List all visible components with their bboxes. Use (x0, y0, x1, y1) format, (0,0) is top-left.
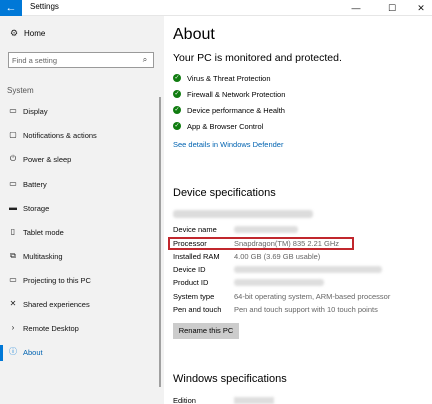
redacted-value (234, 279, 324, 286)
section-label-system: System (7, 86, 34, 95)
search-icon[interactable]: ⌕ (140, 55, 150, 65)
rename-pc-button[interactable]: Rename this PC (173, 323, 239, 339)
sidebar-item-label: Storage (23, 204, 50, 213)
sidebar-item-label: Notifications & actions (23, 131, 97, 140)
notifications-icon: ▢ (9, 130, 17, 139)
windows-spec-heading: Windows specifications (173, 373, 287, 385)
spec-key: Product ID (173, 278, 209, 287)
protection-item: App & Browser Control (187, 122, 264, 131)
tablet-icon: ▯ (10, 227, 16, 236)
sidebar-item-label: Battery (23, 180, 47, 189)
maximize-button[interactable]: ☐ (381, 0, 403, 16)
check-icon: ✓ (173, 90, 181, 98)
sidebar-item-label: About (23, 348, 43, 357)
redacted-value (234, 397, 274, 404)
spec-row-pen-and-touch: Pen and touch Pen and touch support with… (173, 304, 423, 316)
spec-row-device-id: Device ID (173, 264, 423, 276)
sidebar-item-label: Remote Desktop (23, 324, 79, 333)
title-bar: ← Settings — ☐ ✕ (0, 0, 432, 16)
multitasking-icon: ⧉ (10, 251, 16, 260)
sidebar-item-shared-experiences[interactable]: ✕ Shared experiences (0, 296, 164, 314)
scrollbar[interactable] (159, 97, 161, 387)
sidebar: ⚙ Home ⌕ System ▭ Display ▢ Notification… (0, 16, 164, 404)
remote-desktop-icon: › (11, 323, 15, 332)
display-icon: ▭ (9, 106, 17, 115)
sidebar-item-label: Power & sleep (23, 155, 72, 164)
spec-key: Device name (173, 225, 217, 234)
close-button[interactable]: ✕ (410, 0, 432, 16)
spec-row-device-name: Device name (173, 224, 423, 236)
sidebar-item-remote-desktop[interactable]: › Remote Desktop (0, 320, 164, 338)
page-title: About (173, 26, 215, 43)
sidebar-item-display[interactable]: ▭ Display (0, 103, 164, 121)
sidebar-item-label: Tablet mode (23, 228, 64, 237)
spec-value: Pen and touch support with 10 touch poin… (234, 305, 378, 314)
sidebar-item-label: Projecting to this PC (23, 276, 91, 285)
sidebar-item-storage[interactable]: ▬ Storage (0, 200, 164, 218)
minimize-button[interactable]: — (345, 0, 367, 16)
power-icon: ⏻ (9, 154, 17, 163)
processor-highlight-box (168, 237, 354, 250)
spec-key: System type (173, 292, 215, 301)
sidebar-item-label: Multitasking (23, 252, 63, 261)
sidebar-item-notifications[interactable]: ▢ Notifications & actions (0, 127, 164, 145)
redacted-value (234, 226, 298, 233)
spec-value: 64-bit operating system, ARM-based proce… (234, 292, 391, 301)
spec-value: 4.00 GB (3.69 GB usable) (234, 252, 321, 261)
maximize-icon: ☐ (387, 3, 397, 13)
gear-icon: ⚙ (9, 28, 19, 38)
back-arrow-icon: ← (5, 2, 17, 14)
search-input[interactable] (12, 55, 137, 66)
spec-key: Installed RAM (173, 252, 220, 261)
minimize-icon: — (351, 3, 361, 13)
spec-row-installed-ram: Installed RAM 4.00 GB (3.69 GB usable) (173, 251, 423, 263)
sidebar-item-about[interactable]: ⓘ About (0, 344, 164, 362)
protection-item: Firewall & Network Protection (187, 90, 286, 99)
check-icon: ✓ (173, 74, 181, 82)
sidebar-item-label: Shared experiences (23, 300, 90, 309)
defender-link[interactable]: See details in Windows Defender (173, 140, 283, 149)
redacted-value (234, 266, 382, 273)
check-icon: ✓ (173, 122, 181, 130)
device-spec-heading: Device specifications (173, 187, 276, 199)
redacted-device-name-banner (173, 210, 313, 218)
spec-key: Pen and touch (173, 305, 222, 314)
edition-label: Edition (173, 396, 196, 404)
sidebar-item-label: Display (23, 107, 48, 116)
about-icon: ⓘ (9, 347, 17, 356)
shared-experiences-icon: ✕ (9, 299, 17, 308)
protection-heading: Your PC is monitored and protected. (173, 52, 342, 64)
protection-item: Device performance & Health (187, 106, 285, 115)
storage-icon: ▬ (9, 203, 17, 212)
spec-row-product-id: Product ID (173, 277, 423, 289)
back-button[interactable]: ← (0, 0, 22, 16)
sidebar-item-power[interactable]: ⏻ Power & sleep (0, 151, 164, 169)
sidebar-item-battery[interactable]: ▭ Battery (0, 176, 164, 194)
check-icon: ✓ (173, 106, 181, 114)
window-title: Settings (30, 2, 59, 11)
projecting-icon: ▭ (9, 275, 17, 284)
sidebar-item-projecting[interactable]: ▭ Projecting to this PC (0, 272, 164, 290)
sidebar-item-tablet-mode[interactable]: ▯ Tablet mode (0, 224, 164, 242)
spec-row-system-type: System type 64-bit operating system, ARM… (173, 291, 423, 303)
close-icon: ✕ (417, 3, 425, 13)
spec-key: Device ID (173, 265, 206, 274)
search-box: ⌕ (8, 52, 154, 68)
sidebar-item-multitasking[interactable]: ⧉ Multitasking (0, 248, 164, 266)
battery-icon: ▭ (9, 179, 17, 188)
protection-item: Virus & Threat Protection (187, 74, 271, 83)
home-label: Home (24, 29, 46, 38)
